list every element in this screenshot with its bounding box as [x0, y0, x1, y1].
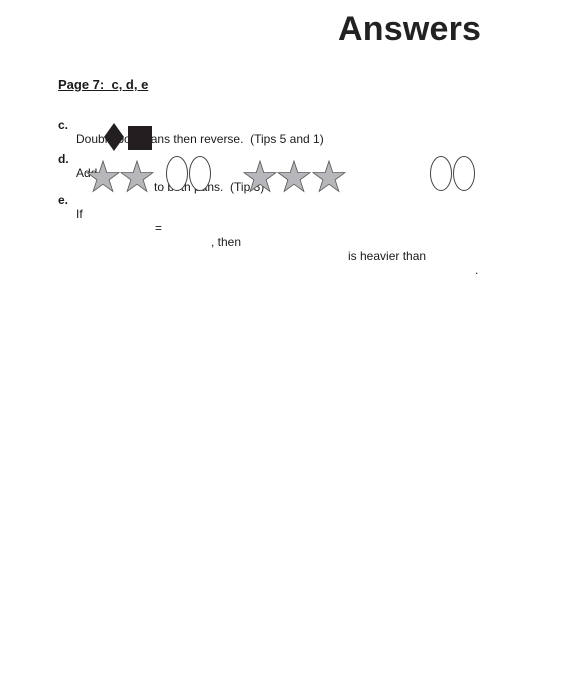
star-icon	[86, 160, 120, 193]
star-icon	[243, 160, 277, 193]
answer-text-heavier: is heavier than	[348, 249, 427, 263]
square-icon	[128, 126, 152, 150]
oval-icon	[166, 156, 188, 191]
star-icon	[277, 160, 311, 193]
answer-letter: e.	[58, 193, 69, 207]
answer-text-if: If	[76, 207, 83, 221]
diamond-icon	[104, 123, 124, 151]
answer-letter: c.	[58, 118, 69, 132]
answer-text-equals: =	[155, 221, 163, 235]
page-title: Answers	[338, 10, 482, 48]
oval-icon	[430, 156, 452, 191]
answer-text-then: , then	[211, 235, 242, 249]
answer-letter: d.	[58, 152, 69, 166]
answer-e: e. If = , then is heavier than .	[58, 179, 478, 277]
star-icon	[120, 160, 154, 193]
oval-icon	[453, 156, 475, 191]
oval-icon	[189, 156, 211, 191]
section-heading: Page 7: c, d, e	[58, 77, 149, 92]
star-icon	[312, 160, 346, 193]
answer-text-end: .	[475, 263, 479, 277]
